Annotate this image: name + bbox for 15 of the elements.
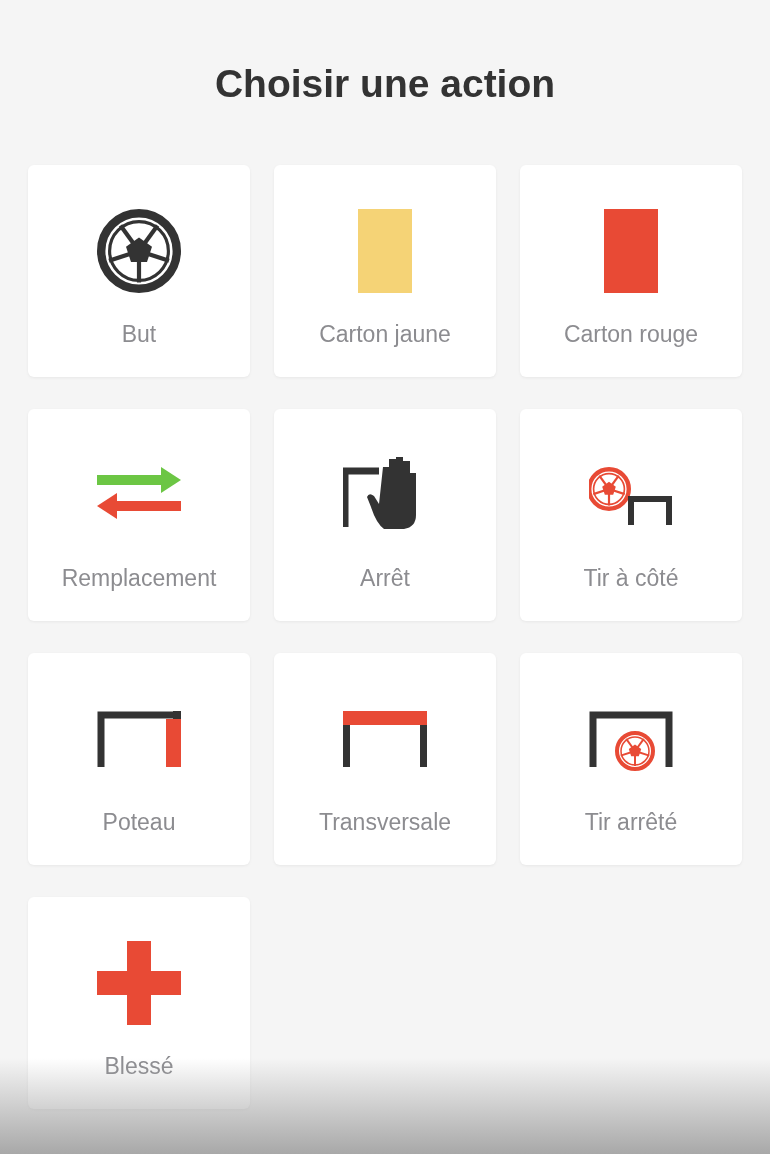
action-card[interactable]: Tir à côté <box>520 409 742 621</box>
action-card[interactable]: Tir arrêté <box>520 653 742 865</box>
caution-card-icon <box>358 209 412 293</box>
action-card[interactable]: Blessé <box>28 897 250 1109</box>
page-title: Choisir une action <box>213 61 557 107</box>
action-card[interactable]: Arrêt <box>274 409 496 621</box>
action-card[interactable]: Carton jaune <box>274 165 496 377</box>
action-card[interactable]: Transversale <box>274 653 496 865</box>
ball-icon <box>97 209 181 293</box>
action-card[interactable]: Carton rouge <box>520 165 742 377</box>
action-card[interactable]: But <box>28 165 250 377</box>
penalty-card-icon <box>604 209 658 293</box>
action-card[interactable]: Poteau <box>28 653 250 865</box>
action-card[interactable]: Remplacement <box>28 409 250 621</box>
medical-cross-icon <box>97 941 181 1025</box>
